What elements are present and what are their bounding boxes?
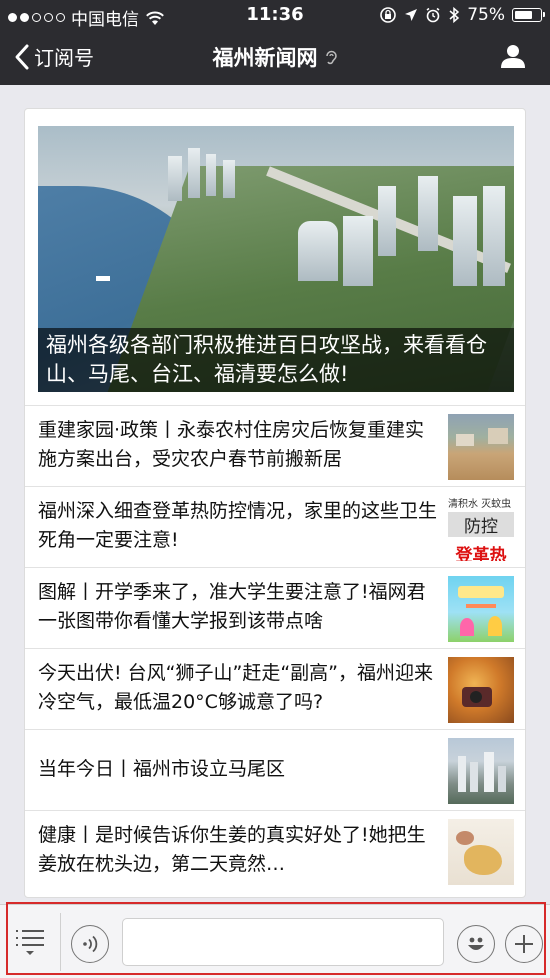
menu-toggle-button[interactable] bbox=[14, 927, 46, 961]
list-item[interactable]: 图解丨开学季来了，准大学生要注意了!福网君一张图带你看懂大学报到该带点啥 bbox=[25, 567, 525, 648]
list-item[interactable]: 福州深入细查登革热防控情况，家里的这些卫生死角一定要注意! 清积水 灭蚊虫 防控… bbox=[25, 486, 525, 567]
smiley-icon bbox=[468, 937, 484, 950]
dengue-poster-thumbnail: 清积水 灭蚊虫 防控 登革热 bbox=[448, 495, 514, 561]
hero-article[interactable]: 福州各级各部门积极推进百日攻坚战，来看看仓山、马尾、台江、福清要怎么做! bbox=[38, 126, 514, 392]
city-skyline-thumbnail bbox=[448, 738, 514, 804]
construction-site-thumbnail bbox=[448, 414, 514, 480]
battery-percentage: 75% bbox=[467, 5, 505, 25]
status-bar: 中国电信 11:36 75% bbox=[0, 0, 550, 30]
article-title: 今天出伏! 台风“狮子山”赶走“副高”，福州迎来冷空气，最低温20°C够诚意了吗… bbox=[38, 662, 434, 713]
hero-caption: 福州各级各部门积极推进百日攻坚战，来看看仓山、马尾、台江、福清要怎么做! bbox=[38, 328, 514, 392]
article-title: 福州深入细查登革热防控情况，家里的这些卫生死角一定要注意! bbox=[38, 500, 438, 551]
message-input[interactable] bbox=[122, 918, 444, 966]
news-card: 福州各级各部门积极推进百日攻坚战，来看看仓山、马尾、台江、福清要怎么做! 重建家… bbox=[24, 108, 526, 898]
message-input-bar bbox=[0, 904, 550, 978]
article-title: 当年今日丨福州市设立马尾区 bbox=[38, 758, 286, 780]
account-name: 福州新闻网 bbox=[212, 46, 318, 70]
battery-icon bbox=[512, 8, 545, 22]
list-item[interactable]: 健康丨是时候告诉你生姜的真实好处了!她把生姜放在枕头边，第二天竟然… bbox=[25, 810, 525, 891]
voice-wave-icon bbox=[83, 935, 98, 953]
article-title: 重建家园·政策丨永泰农村住房灾后恢复重建实施方案出台，受灾农户春节前搬新居 bbox=[38, 419, 425, 470]
emoji-button[interactable] bbox=[457, 925, 495, 963]
profile-button[interactable] bbox=[500, 43, 526, 73]
alarm-icon bbox=[426, 7, 440, 23]
poster-text-line1: 清积水 灭蚊虫 bbox=[448, 499, 512, 510]
list-item[interactable]: 今天出伏! 台风“狮子山”赶走“副高”，福州迎来冷空气，最低温20°C够诚意了吗… bbox=[25, 648, 525, 729]
page-title: 福州新闻网 bbox=[0, 42, 550, 72]
article-list: 重建家园·政策丨永泰农村住房灾后恢复重建实施方案出台，受灾农户春节前搬新居 福州… bbox=[25, 405, 525, 891]
poster-text-line3: 登革热 bbox=[455, 546, 507, 561]
list-item[interactable]: 当年今日丨福州市设立马尾区 bbox=[25, 729, 525, 810]
navigation-bar: 订阅号 福州新闻网 bbox=[0, 30, 550, 85]
more-options-button[interactable] bbox=[505, 925, 543, 963]
plus-icon bbox=[515, 935, 533, 953]
divider bbox=[60, 913, 61, 971]
person-icon bbox=[501, 45, 525, 68]
article-title: 健康丨是时候告诉你生姜的真实好处了!她把生姜放在枕头边，第二天竟然… bbox=[38, 824, 426, 875]
ear-mode-icon bbox=[325, 50, 337, 65]
location-arrow-icon bbox=[405, 9, 418, 21]
voice-input-button[interactable] bbox=[71, 925, 109, 963]
ginger-thumbnail bbox=[448, 819, 514, 885]
cartoon-illustration-thumbnail bbox=[448, 576, 514, 642]
poster-text-line2: 防控 bbox=[448, 512, 514, 537]
rotation-lock-icon bbox=[380, 7, 397, 23]
list-menu-icon bbox=[16, 930, 44, 955]
bluetooth-icon bbox=[449, 6, 460, 24]
list-item[interactable]: 重建家园·政策丨永泰农村住房灾后恢复重建实施方案出台，受灾农户春节前搬新居 bbox=[25, 405, 525, 486]
autumn-leaves-camera-thumbnail bbox=[448, 657, 514, 723]
article-title: 图解丨开学季来了，准大学生要注意了!福网君一张图带你看懂大学报到该带点啥 bbox=[38, 581, 426, 632]
